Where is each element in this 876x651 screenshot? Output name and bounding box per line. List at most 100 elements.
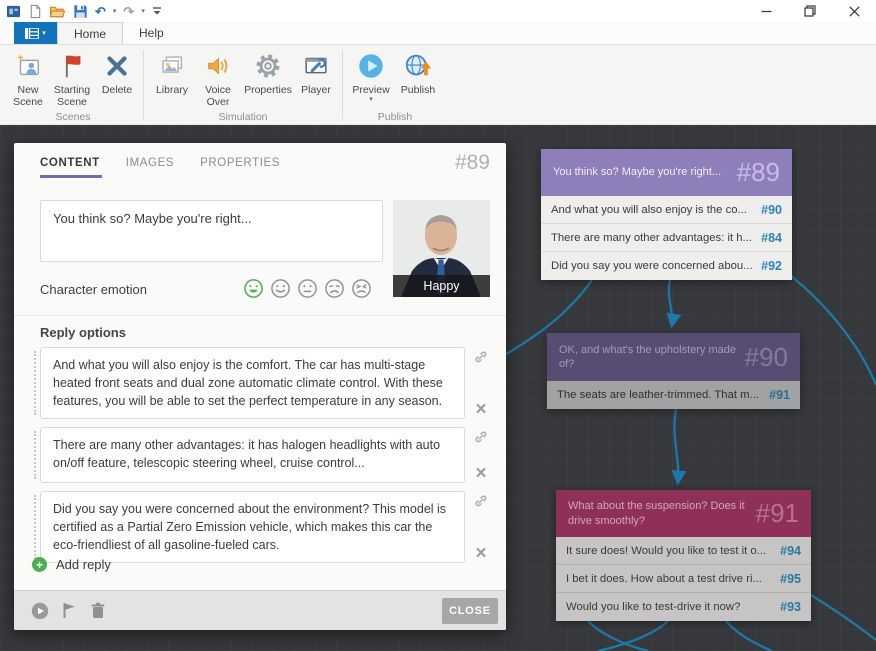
- reply-row-id[interactable]: #95: [780, 572, 801, 586]
- panel-tabs: CONTENT IMAGES PROPERTIES: [40, 157, 280, 178]
- reply-option: There are many other advantages: it has …: [40, 427, 490, 483]
- close-window-button[interactable]: [832, 0, 876, 22]
- reply-text[interactable]: There are many other advantages: it has …: [53, 436, 452, 472]
- scene-node-header[interactable]: What about the suspension? Does it drive…: [556, 490, 811, 537]
- link-scene-icon[interactable]: [473, 493, 489, 514]
- scene-node-91[interactable]: What about the suspension? Does it drive…: [556, 490, 811, 621]
- preview-button[interactable]: Preview ▾: [348, 48, 394, 103]
- minimize-button[interactable]: [744, 0, 788, 22]
- reply-row-id[interactable]: #91: [769, 388, 790, 402]
- scene-reply-row[interactable]: The seats are leather-trimmed. That m...…: [547, 381, 800, 409]
- group-label-simulation: Simulation: [147, 111, 339, 123]
- reply-row-text: And what you will also enjoy is the co..…: [551, 204, 747, 216]
- player-button[interactable]: Player: [295, 48, 337, 96]
- redo-dropdown-icon[interactable]: ▾: [141, 8, 145, 15]
- tab-help[interactable]: Help: [123, 22, 180, 44]
- reply-row-text: I bet it does. How about a test drive ri…: [566, 573, 762, 585]
- ribbon: New Scene Starting Scene Delete Scenes: [0, 45, 876, 125]
- reply-options-label: Reply options: [40, 325, 126, 340]
- reply-row-id[interactable]: #92: [761, 259, 782, 273]
- reply-row-id[interactable]: #90: [761, 203, 782, 217]
- character-photo[interactable]: Happy: [393, 200, 490, 297]
- reply-row-id[interactable]: #93: [780, 600, 801, 614]
- panel-footer: CLOSE: [14, 590, 506, 630]
- delete-label: Delete: [102, 84, 132, 96]
- scene-reply-row[interactable]: I bet it does. How about a test drive ri…: [556, 565, 811, 593]
- new-document-icon[interactable]: [28, 4, 42, 19]
- scene-reply-row[interactable]: It sure does! Would you like to test it …: [556, 537, 811, 565]
- starting-scene-button[interactable]: Starting Scene: [48, 48, 96, 109]
- scene-reply-row[interactable]: There are many other advantages: it h...…: [541, 224, 792, 252]
- remove-reply-icon[interactable]: ×: [475, 467, 486, 481]
- remove-reply-icon[interactable]: ×: [475, 547, 486, 561]
- app-menu-button[interactable]: ▾: [14, 22, 57, 44]
- plus-icon: +: [32, 557, 47, 572]
- app-menu-icon: [25, 28, 39, 39]
- emotion-happy-icon[interactable]: [243, 278, 264, 299]
- scene-reply-row[interactable]: Did you say you were concerned abou... #…: [541, 252, 792, 280]
- scene-node-89[interactable]: You think so? Maybe you're right... #89 …: [541, 149, 792, 280]
- open-icon[interactable]: [49, 4, 66, 19]
- app-menu-caret-icon: ▾: [42, 29, 46, 37]
- publish-button[interactable]: Publish: [394, 48, 442, 96]
- properties-icon: [252, 50, 284, 82]
- preview-dropdown-icon[interactable]: ▾: [369, 96, 373, 103]
- scene-node-90[interactable]: OK, and what's the upholstery made of? #…: [547, 333, 800, 409]
- add-reply-button[interactable]: + Add reply: [32, 557, 111, 572]
- dialogue-canvas[interactable]: You think so? Maybe you're right... #89 …: [0, 125, 876, 651]
- scene-reply-row[interactable]: Would you like to test-drive it now? #93: [556, 593, 811, 621]
- customize-toolbar-icon[interactable]: [152, 5, 162, 17]
- reply-card[interactable]: And what you will also enjoy is the comf…: [40, 347, 465, 419]
- drag-handle-icon[interactable]: [34, 351, 36, 415]
- starting-scene-label: Starting Scene: [48, 84, 96, 109]
- restore-button[interactable]: [788, 0, 832, 22]
- emotion-angry-icon[interactable]: [351, 278, 372, 299]
- redo-icon[interactable]: ↷: [123, 5, 134, 18]
- scene-title: You think so? Maybe you're right...: [553, 165, 721, 179]
- close-panel-button[interactable]: CLOSE: [442, 598, 498, 624]
- reply-card[interactable]: There are many other advantages: it has …: [40, 427, 465, 483]
- photo-emotion-caption: Happy: [393, 275, 490, 297]
- undo-dropdown-icon[interactable]: ▾: [113, 8, 117, 15]
- drag-handle-icon[interactable]: [34, 431, 36, 479]
- tab-home[interactable]: Home: [57, 22, 123, 44]
- message-input[interactable]: You think so? Maybe you're right...: [40, 200, 383, 262]
- starting-scene-icon: [56, 50, 88, 82]
- reply-text[interactable]: And what you will also enjoy is the comf…: [53, 356, 452, 410]
- scene-title: OK, and what's the upholstery made of?: [559, 343, 737, 372]
- tab-properties[interactable]: PROPERTIES: [200, 157, 280, 178]
- emotion-smile-icon[interactable]: [270, 278, 291, 299]
- scene-reply-row[interactable]: And what you will also enjoy is the co..…: [541, 196, 792, 224]
- scene-node-header[interactable]: OK, and what's the upholstery made of? #…: [547, 333, 800, 381]
- tab-content[interactable]: CONTENT: [40, 157, 100, 178]
- delete-scene-icon[interactable]: [90, 602, 106, 619]
- ribbon-group-publish: Preview ▾ Publish Publish: [346, 45, 444, 124]
- scene-title: What about the suspension? Does it drive…: [568, 499, 748, 528]
- voice-over-button[interactable]: Voice Over: [195, 48, 241, 109]
- link-scene-icon[interactable]: [473, 429, 489, 450]
- link-scene-icon[interactable]: [473, 349, 489, 370]
- emotion-neutral-icon[interactable]: [297, 278, 318, 299]
- play-scene-icon[interactable]: [31, 602, 49, 620]
- save-icon[interactable]: [73, 4, 88, 19]
- undo-icon[interactable]: ↶: [95, 5, 106, 18]
- reply-list: And what you will also enjoy is the comf…: [40, 347, 490, 563]
- properties-label: Properties: [244, 84, 292, 96]
- reply-row-id[interactable]: #84: [761, 231, 782, 245]
- add-reply-label: Add reply: [56, 557, 111, 572]
- delete-button[interactable]: Delete: [96, 48, 138, 96]
- library-button[interactable]: Library: [149, 48, 195, 96]
- reply-card[interactable]: Did you say you were concerned about the…: [40, 491, 465, 563]
- drag-handle-icon[interactable]: [34, 495, 36, 559]
- properties-button[interactable]: Properties: [241, 48, 295, 96]
- flag-scene-icon[interactable]: [62, 602, 77, 619]
- ribbon-separator: [143, 50, 144, 119]
- emotion-sad-icon[interactable]: [324, 278, 345, 299]
- remove-reply-icon[interactable]: ×: [475, 403, 486, 417]
- scene-node-header[interactable]: You think so? Maybe you're right... #89: [541, 149, 792, 196]
- reply-text[interactable]: Did you say you were concerned about the…: [53, 500, 452, 554]
- new-scene-button[interactable]: New Scene: [8, 48, 48, 109]
- tab-images[interactable]: IMAGES: [126, 157, 174, 178]
- scene-id: #90: [745, 342, 788, 373]
- reply-row-id[interactable]: #94: [780, 544, 801, 558]
